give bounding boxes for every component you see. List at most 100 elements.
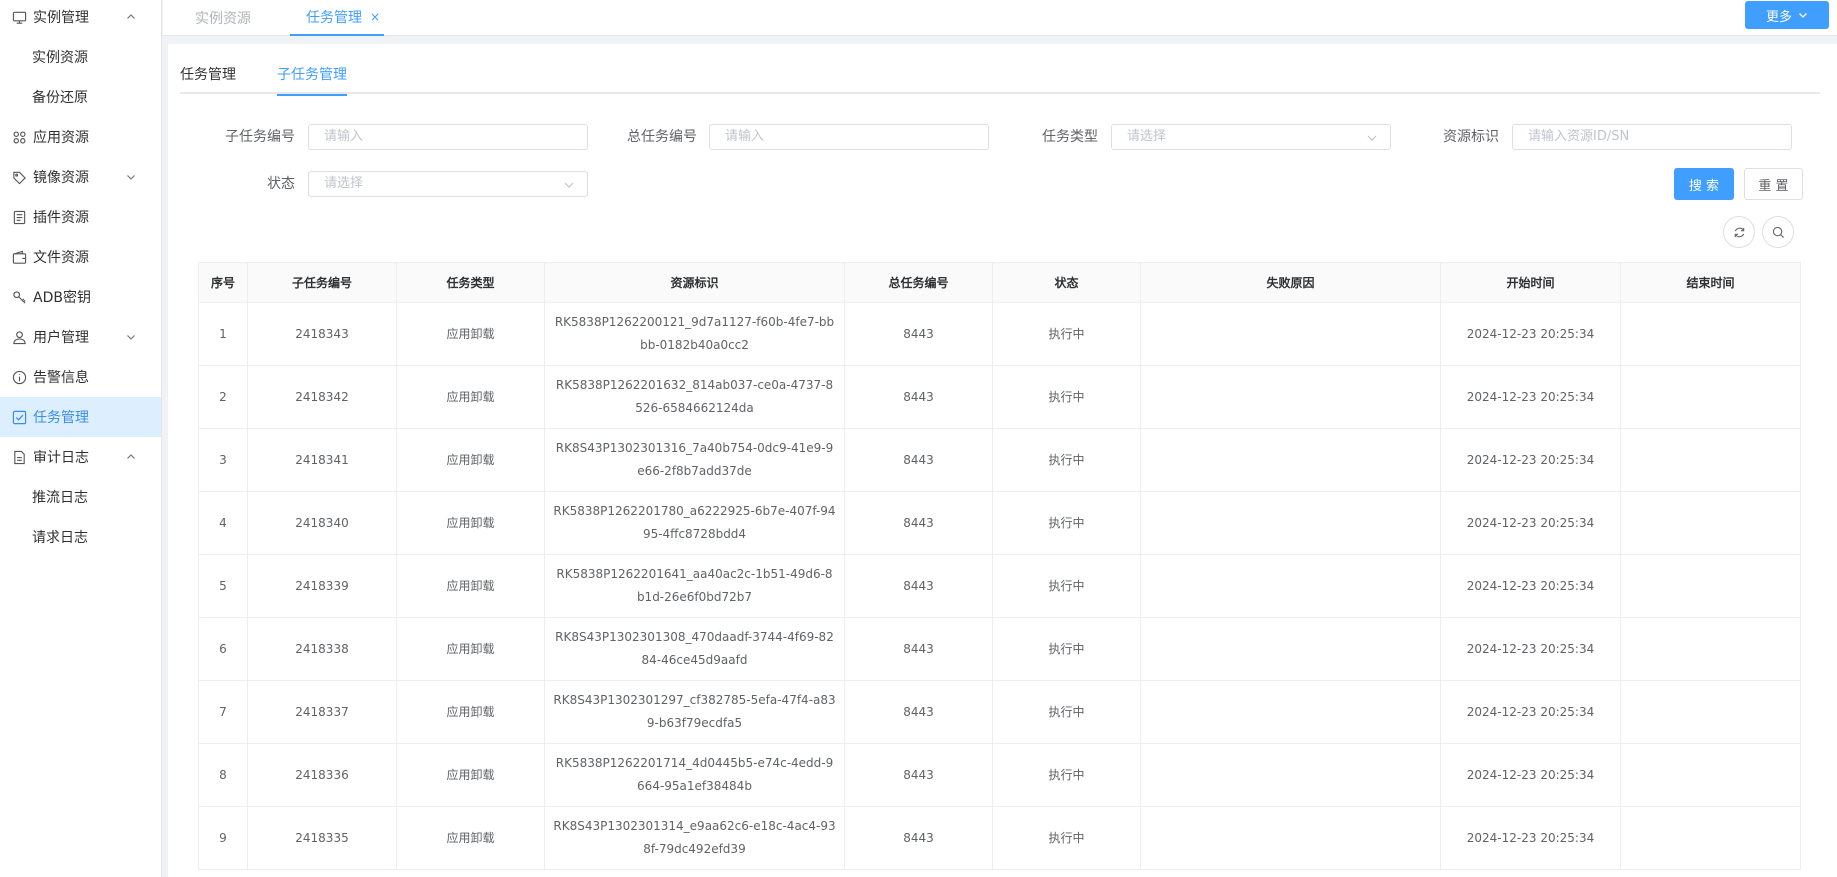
- sidebar: 实例管理 实例资源 备份还原 应用资源 镜像资源 插件资源 文件资源 ADB密钥: [0, 0, 162, 877]
- sidebar-item-backup-restore[interactable]: 备份还原: [0, 77, 161, 117]
- task-id-cell: 8443: [845, 744, 993, 806]
- task-type-cell: 应用卸载: [397, 618, 545, 680]
- table-row[interactable]: 1 2418343 应用卸载 RK5838P1262200121_9d7a1127-f…: [199, 303, 1801, 366]
- failure-reason-cell: [1141, 366, 1441, 428]
- table-row[interactable]: 3 2418341 应用卸载 RK8S43P1302301316_7a40b754-0…: [199, 429, 1801, 492]
- task-id-cell: 8443: [845, 303, 993, 365]
- reset-button[interactable]: 重 置: [1744, 168, 1803, 200]
- tag-icon: [11, 169, 27, 185]
- row-index: 8: [199, 744, 248, 806]
- sidebar-item-label: 任务管理: [33, 410, 89, 426]
- tab-instance-resources[interactable]: 实例资源: [195, 0, 251, 36]
- table-header: 序号 子任务编号 任务类型 资源标识 总任务编号 状态 失败原因 开始时间 结束…: [199, 263, 1801, 303]
- row-index: 3: [199, 429, 248, 491]
- more-button[interactable]: 更多: [1745, 1, 1829, 29]
- table-row[interactable]: 8 2418336 应用卸载 RK5838P1262201714_4d0445b5-e…: [199, 744, 1801, 807]
- subtask-id-cell: 2418339: [248, 555, 397, 617]
- sidebar-item-instance-management[interactable]: 实例管理: [0, 0, 161, 37]
- sidebar-item-label: 审计日志: [33, 450, 89, 466]
- column-header: 状态: [993, 263, 1141, 302]
- placeholder: 请选择: [1127, 129, 1167, 144]
- resource-id-cell: RK8S43P1302301314_e9aa62c6-e18c-4ac4-938…: [545, 807, 845, 869]
- failure-reason-cell: [1141, 807, 1441, 869]
- tab-subtask-management[interactable]: 子任务管理: [277, 64, 347, 96]
- sub-tabs: 任务管理 子任务管理: [180, 44, 1820, 96]
- task-id-cell: 8443: [845, 429, 993, 491]
- sidebar-item-request-logs[interactable]: 请求日志: [0, 517, 161, 557]
- sidebar-item-adb-keys[interactable]: ADB密钥: [0, 277, 161, 317]
- status-cell: 执行中: [993, 744, 1141, 806]
- sidebar-item-stream-logs[interactable]: 推流日志: [0, 477, 161, 517]
- sidebar-item-task-management[interactable]: 任务管理: [0, 397, 161, 437]
- sidebar-item-user-management[interactable]: 用户管理: [0, 317, 161, 357]
- table-row[interactable]: 6 2418338 应用卸载 RK8S43P1302301308_470daadf-3…: [199, 618, 1801, 681]
- resource-id-cell: RK5838P1262201632_814ab037-ce0a-4737-852…: [545, 366, 845, 428]
- subtask-id-cell: 2418335: [248, 807, 397, 869]
- start-time-cell: 2024-12-23 20:25:34: [1441, 492, 1621, 554]
- sidebar-item-label: 镜像资源: [33, 170, 89, 186]
- column-header: 结束时间: [1621, 263, 1801, 302]
- table-body: 1 2418343 应用卸载 RK5838P1262200121_9d7a1127-f…: [199, 303, 1801, 870]
- search-button[interactable]: 搜 索: [1674, 168, 1734, 200]
- end-time-cell: [1621, 492, 1801, 554]
- refresh-button[interactable]: [1723, 216, 1755, 248]
- table-row[interactable]: 2 2418342 应用卸载 RK5838P1262201632_814ab037-c…: [199, 366, 1801, 429]
- task-id-cell: 8443: [845, 366, 993, 428]
- task-id-cell: 8443: [845, 681, 993, 743]
- file-icon: [11, 449, 27, 465]
- failure-reason-cell: [1141, 681, 1441, 743]
- table-row[interactable]: 4 2418340 应用卸载 RK5838P1262201780_a6222925-6…: [199, 492, 1801, 555]
- sidebar-item-plugin-resources[interactable]: 插件资源: [0, 197, 161, 237]
- tab-task-management[interactable]: 任务管理 ×: [290, 0, 384, 36]
- info-icon: [11, 369, 27, 385]
- failure-reason-cell: [1141, 429, 1441, 491]
- start-time-cell: 2024-12-23 20:25:34: [1441, 744, 1621, 806]
- table-row[interactable]: 9 2418335 应用卸载 RK8S43P1302301314_e9aa62c6-e…: [199, 807, 1801, 870]
- task-type-cell: 应用卸载: [397, 303, 545, 365]
- status-cell: 执行中: [993, 618, 1141, 680]
- chevron-down-icon: [1799, 13, 1807, 18]
- sidebar-item-label: ADB密钥: [33, 290, 91, 306]
- search-toggle-button[interactable]: [1762, 216, 1794, 248]
- app-root: 实例管理 实例资源 备份还原 应用资源 镜像资源 插件资源 文件资源 ADB密钥: [0, 0, 1837, 877]
- task-id-cell: 8443: [845, 807, 993, 869]
- start-time-cell: 2024-12-23 20:25:34: [1441, 366, 1621, 428]
- tab-task-management-sub[interactable]: 任务管理: [180, 64, 236, 94]
- row-index: 7: [199, 681, 248, 743]
- table-row[interactable]: 7 2418337 应用卸载 RK8S43P1302301297_cf382785-5…: [199, 681, 1801, 744]
- sidebar-item-alerts[interactable]: 告警信息: [0, 357, 161, 397]
- sidebar-item-audit-logs[interactable]: 审计日志: [0, 437, 161, 477]
- table-header-row: 序号 子任务编号 任务类型 资源标识 总任务编号 状态 失败原因 开始时间 结束…: [199, 263, 1801, 303]
- task-id-cell: 8443: [845, 555, 993, 617]
- sidebar-item-app-resources[interactable]: 应用资源: [0, 117, 161, 157]
- end-time-cell: [1621, 366, 1801, 428]
- task-type-cell: 应用卸载: [397, 807, 545, 869]
- failure-reason-cell: [1141, 618, 1441, 680]
- task-type-cell: 应用卸载: [397, 429, 545, 491]
- more-button-label: 更多: [1765, 9, 1792, 25]
- start-time-cell: 2024-12-23 20:25:34: [1441, 303, 1621, 365]
- sidebar-item-label: 推流日志: [32, 490, 88, 506]
- task-id-input[interactable]: 请输入: [709, 124, 989, 150]
- task-type-select[interactable]: 请选择: [1111, 124, 1391, 150]
- start-time-cell: 2024-12-23 20:25:34: [1441, 681, 1621, 743]
- refresh-icon: [1734, 227, 1744, 237]
- chevron-down-icon: [1367, 135, 1377, 141]
- close-icon[interactable]: ×: [370, 10, 380, 24]
- row-index: 6: [199, 618, 248, 680]
- subtask-id-cell: 2418336: [248, 744, 397, 806]
- status-select[interactable]: 请选择: [308, 171, 588, 197]
- subtask-id-input[interactable]: 请输入: [308, 124, 588, 150]
- key-icon: [11, 289, 27, 305]
- sidebar-item-file-resources[interactable]: 文件资源: [0, 237, 161, 277]
- status-cell: 执行中: [993, 303, 1141, 365]
- main-content: 任务管理 子任务管理 子任务编号 请输入 总任务编号 请输入 任务类型 请选择 …: [168, 44, 1837, 877]
- column-header: 资源标识: [545, 263, 845, 302]
- column-header: 失败原因: [1141, 263, 1441, 302]
- sidebar-item-label: 文件资源: [33, 250, 89, 266]
- table-row[interactable]: 5 2418339 应用卸载 RK5838P1262201641_aa40ac2c-1…: [199, 555, 1801, 618]
- sidebar-item-image-resources[interactable]: 镜像资源: [0, 157, 161, 197]
- resource-id-input[interactable]: 请输入资源ID/SN: [1512, 124, 1792, 150]
- column-header: 序号: [199, 263, 248, 302]
- sidebar-item-instance-resources[interactable]: 实例资源: [0, 37, 161, 77]
